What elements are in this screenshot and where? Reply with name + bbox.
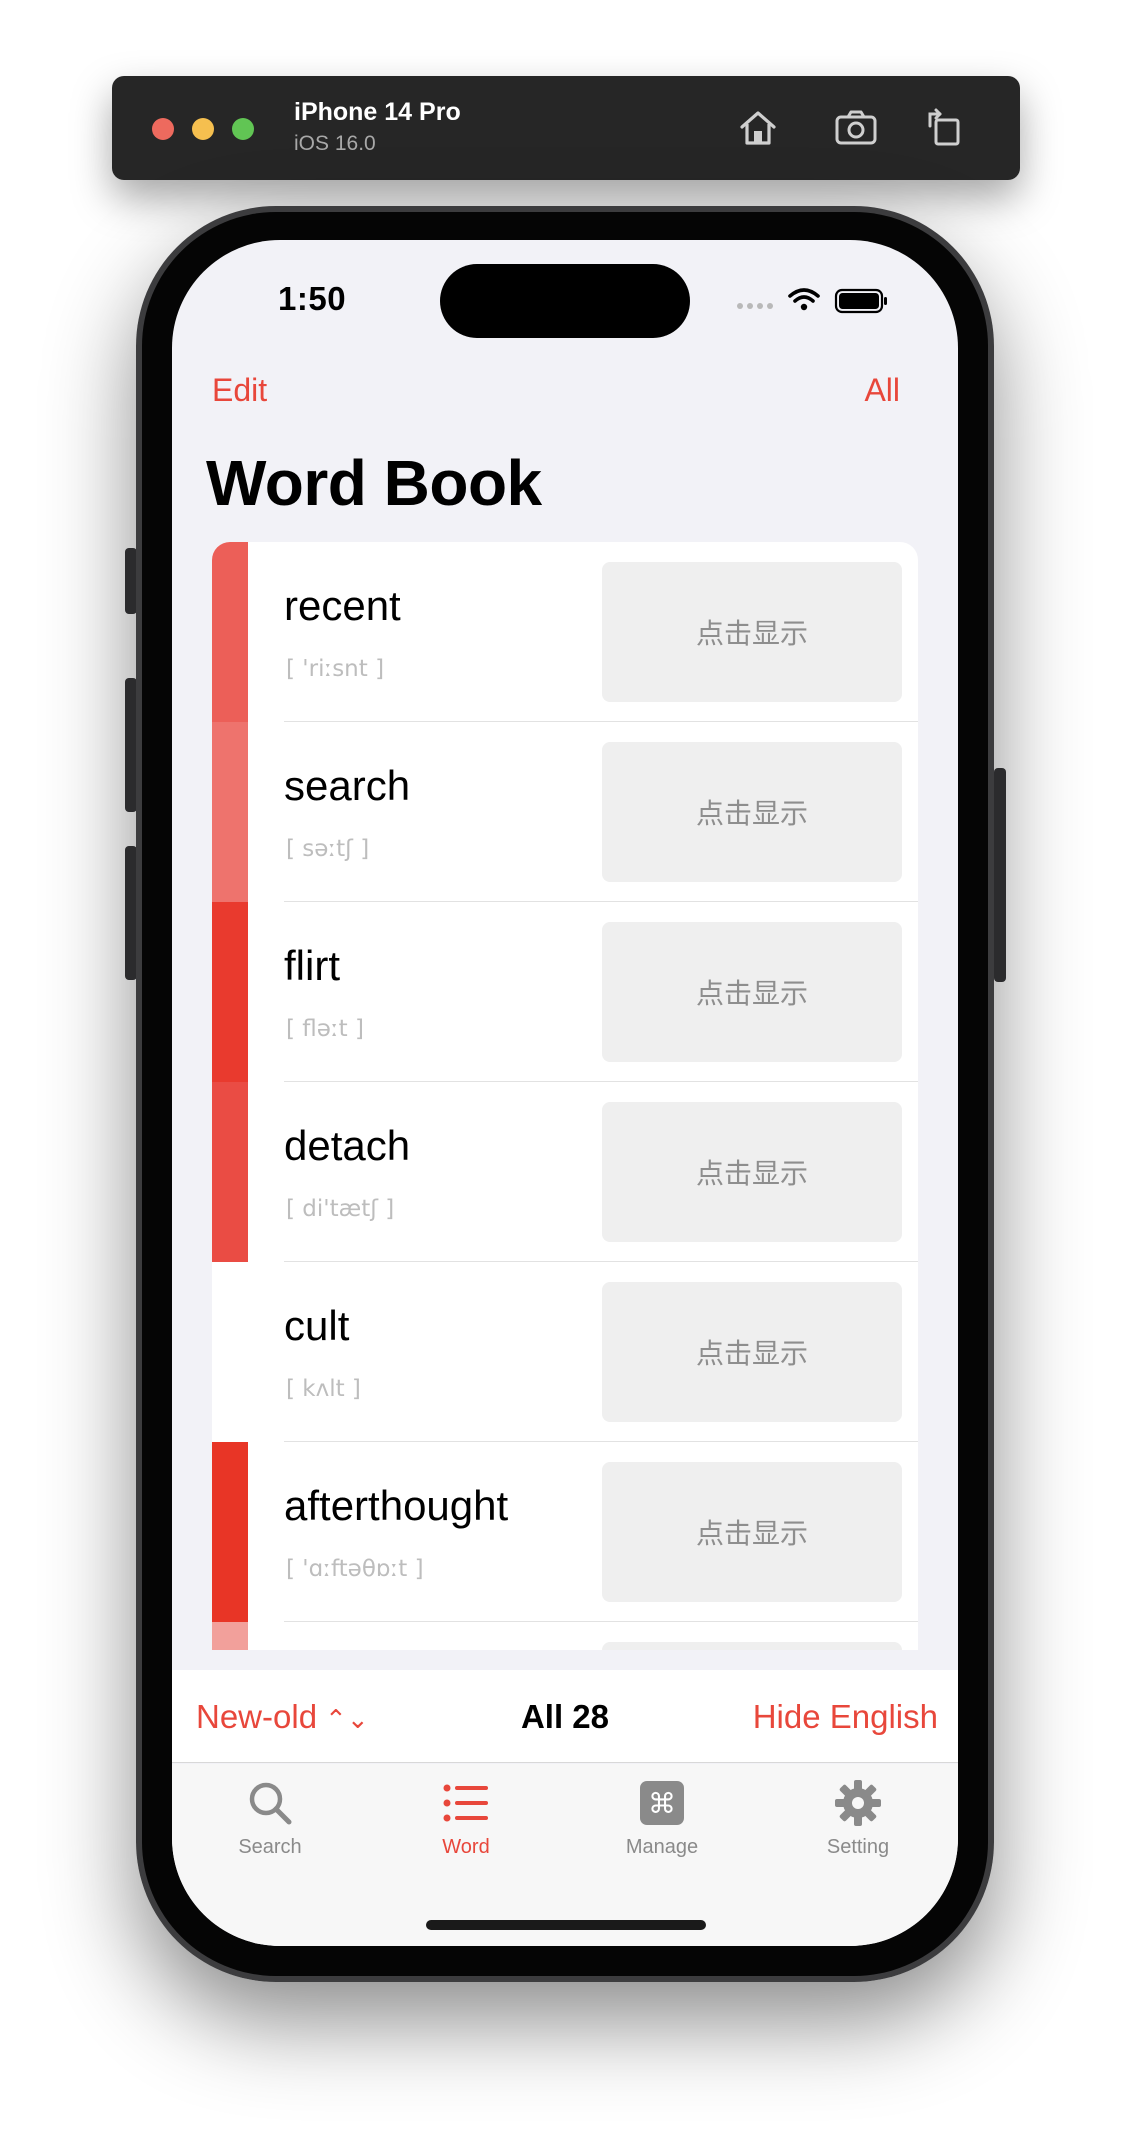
phonetic-text: [ səːtʃ ] xyxy=(286,836,370,862)
home-icon[interactable] xyxy=(732,102,784,154)
tab-word[interactable]: Word xyxy=(396,1778,536,1859)
show-translation-button[interactable]: 点击显示 xyxy=(602,922,902,1062)
list-item[interactable] xyxy=(212,1622,918,1650)
familiarity-bar xyxy=(212,902,248,1082)
edit-button[interactable]: Edit xyxy=(212,372,267,409)
phonetic-text: [ 'ɑːftəθɒːt ] xyxy=(286,1556,424,1582)
tab-manage[interactable]: ⌘ Manage xyxy=(592,1778,732,1859)
show-translation-button[interactable]: 点击显示 xyxy=(602,1462,902,1602)
battery-icon xyxy=(834,288,887,314)
svg-text:⌘: ⌘ xyxy=(648,1787,676,1820)
list-item[interactable]: detach [ di'tætʃ ] 点击显示 xyxy=(212,1082,918,1262)
word-text: search xyxy=(284,762,411,809)
list-icon xyxy=(443,1784,488,1822)
sort-bar: New-old ⌃⌄ All 28 Hide English xyxy=(172,1670,958,1763)
tab-label: Word xyxy=(442,1836,490,1858)
page-title: Word Book xyxy=(206,447,542,519)
tab-bar: Search Word ⌘ Manage Setting xyxy=(172,1764,958,1946)
list-item[interactable]: recent [ 'riːsnt ] 点击显示 xyxy=(212,542,918,722)
cellular-signal-icon xyxy=(737,303,773,309)
power-button xyxy=(994,768,1006,982)
hide-english-button[interactable]: Hide English xyxy=(753,1698,938,1736)
familiarity-bar xyxy=(212,1262,248,1442)
show-translation-button[interactable]: 点击显示 xyxy=(602,742,902,882)
word-list[interactable]: recent [ 'riːsnt ] 点击显示 search [ səːtʃ ]… xyxy=(212,542,918,1650)
status-icons xyxy=(734,284,914,316)
minimize-window-button[interactable] xyxy=(192,118,214,140)
phone-screen: 1:50 Edit All Word Book recent [ 'riːsnt… xyxy=(172,240,958,1946)
screenshot-icon[interactable] xyxy=(830,102,882,154)
wifi-icon xyxy=(788,288,820,303)
word-text: recent xyxy=(284,582,401,629)
tab-label: Search xyxy=(238,1836,302,1858)
show-translation-button[interactable]: 点击显示 xyxy=(602,1102,902,1242)
familiarity-bar xyxy=(212,1442,248,1622)
show-translation-button[interactable]: 点击显示 xyxy=(602,562,902,702)
show-translation-button[interactable]: 点击显示 xyxy=(602,1282,902,1422)
list-item[interactable]: afterthought [ 'ɑːftəθɒːt ] 点击显示 xyxy=(212,1442,918,1622)
phonetic-text: [ kʌlt ] xyxy=(286,1376,361,1402)
device-name: iPhone 14 Pro xyxy=(294,98,461,126)
word-text: flirt xyxy=(284,942,340,989)
list-item[interactable]: search [ səːtʃ ] 点击显示 xyxy=(212,722,918,902)
simulator-toolbar: iPhone 14 Pro iOS 16.0 xyxy=(112,76,1020,180)
word-text: detach xyxy=(284,1122,411,1169)
tab-label: Manage xyxy=(625,1836,699,1858)
list-item[interactable]: cult [ kʌlt ] 点击显示 xyxy=(212,1262,918,1442)
familiarity-bar xyxy=(212,542,248,722)
gear-icon xyxy=(835,1780,881,1826)
phonetic-text: [ di'tætʃ ] xyxy=(286,1196,395,1222)
familiarity-bar xyxy=(212,1082,248,1262)
dynamic-island xyxy=(440,264,690,338)
tab-search[interactable]: Search xyxy=(200,1778,340,1859)
tab-setting[interactable]: Setting xyxy=(788,1778,928,1859)
phonetic-text: [ 'riːsnt ] xyxy=(286,656,385,682)
search-icon xyxy=(249,1782,292,1825)
all-filter-button[interactable]: All xyxy=(864,372,900,409)
close-window-button[interactable] xyxy=(152,118,174,140)
rotate-icon[interactable] xyxy=(920,102,972,154)
command-icon: ⌘ xyxy=(640,1781,684,1825)
os-version: iOS 16.0 xyxy=(294,132,376,155)
list-item[interactable]: flirt [ fləːt ] 点击显示 xyxy=(212,902,918,1082)
home-indicator[interactable] xyxy=(426,1920,706,1930)
phonetic-text: [ fləːt ] xyxy=(286,1016,364,1042)
word-text: cult xyxy=(284,1302,350,1349)
word-text: afterthought xyxy=(284,1482,509,1529)
show-translation-button[interactable] xyxy=(602,1642,902,1650)
zoom-window-button[interactable] xyxy=(232,118,254,140)
status-time: 1:50 xyxy=(278,280,347,317)
familiarity-bar xyxy=(212,1622,248,1650)
tab-label: Setting xyxy=(826,1836,890,1858)
familiarity-bar xyxy=(212,722,248,902)
